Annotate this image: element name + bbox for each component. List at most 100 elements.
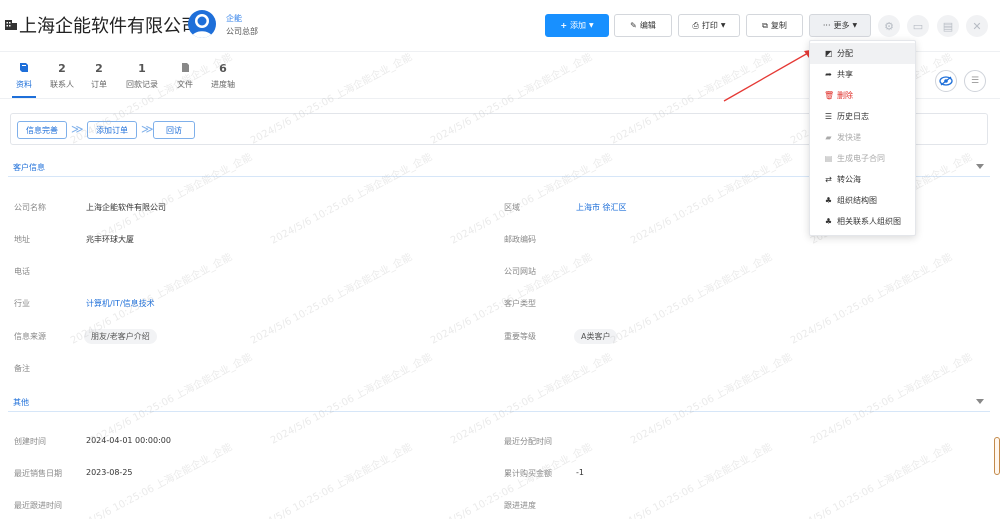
menu-item-express[interactable]: ▰ 发快递 (810, 127, 915, 148)
print-button[interactable]: ⎙ 打印 ▼ (678, 14, 740, 37)
file-icon (172, 62, 198, 76)
field-label: 区域 (504, 203, 520, 212)
eye-slash-icon (939, 76, 953, 86)
org-chart-icon: ♣ (824, 196, 833, 205)
record-tabs: 资料 2 联系人 2 订单 1 回款记录 文件 6 进度轴 (0, 62, 300, 98)
tab-profile[interactable]: 资料 (10, 62, 38, 90)
address-value: 兆丰环球大厦 (86, 235, 134, 244)
menu-item-label: 删除 (837, 91, 853, 100)
share-icon: ➦ (825, 70, 832, 79)
more-button-label: 更多 (833, 21, 850, 30)
note-icon: ▤ (942, 19, 954, 33)
tab-contacts[interactable]: 2 联系人 (46, 62, 78, 90)
tab-files[interactable]: 文件 (172, 62, 198, 90)
flow-step-visit[interactable]: 回访 (153, 121, 195, 139)
watermark-text: 2024/5/6 10:25:06 上海企能企业_企能 (248, 441, 415, 519)
tab-orders[interactable]: 2 订单 (86, 62, 112, 90)
menu-item-label: 分配 (837, 49, 853, 58)
caret-down-icon: ▼ (852, 22, 858, 29)
building-icon (5, 20, 17, 30)
close-icon: ✕ (972, 19, 982, 33)
gear-icon: ⚙ (884, 19, 894, 33)
menu-item-share[interactable]: ➦ 共享 (810, 64, 915, 85)
field-label: 电话 (14, 267, 30, 276)
field-label: 公司网站 (504, 267, 536, 276)
menu-item-org-chart[interactable]: ♣ 组织结构图 (810, 190, 915, 211)
tab-label: 联系人 (50, 80, 74, 89)
double-chevron-icon: ≫ (141, 122, 154, 136)
field-label: 跟进进度 (504, 501, 536, 510)
field-label: 地址 (14, 235, 30, 244)
collapse-icon[interactable] (976, 164, 984, 169)
copy-button-label: 复制 (770, 21, 787, 30)
field-label: 公司名称 (14, 203, 46, 212)
owner-name[interactable]: 企能 (226, 13, 242, 24)
menu-item-label: 发快递 (837, 133, 861, 142)
menu-item-history[interactable]: ☰ 历史日志 (810, 106, 915, 127)
more-menu: ◩ 分配 ➦ 共享 🗑 删除 ☰ 历史日志 ▰ 发快递 ▤ 生成电子合同 ⇄ 转… (809, 40, 916, 236)
trash-icon: 🗑 (824, 91, 835, 100)
menu-item-label: 组织结构图 (837, 196, 877, 205)
section-title: 客户信息 (13, 163, 45, 172)
scrollbar-handle[interactable] (994, 437, 1000, 475)
field-label: 信息来源 (14, 332, 46, 341)
last-sale-date-value: 2023-08-25 (86, 468, 133, 477)
importance-tag: A类客户 (574, 329, 618, 344)
print-button-label: 打印 (701, 21, 718, 30)
ellipsis-icon: ··· (822, 21, 831, 30)
add-button-label: 添加 (570, 21, 587, 30)
window-button[interactable]: ▭ (907, 15, 929, 37)
note-button[interactable]: ▤ (937, 15, 959, 37)
add-button[interactable]: + 添加 ▼ (545, 14, 609, 37)
caret-down-icon: ▼ (720, 22, 726, 29)
edit-button[interactable]: ✎ 编辑 (614, 14, 672, 37)
owner-department: 公司总部 (226, 27, 258, 36)
source-tag: 朋友/老客户介绍 (84, 329, 157, 344)
tab-payments[interactable]: 1 回款记录 (122, 62, 162, 90)
field-label: 重要等级 (504, 332, 536, 341)
contract-icon: ▤ (824, 154, 833, 163)
tab-timeline[interactable]: 6 进度轴 (206, 62, 240, 90)
collapse-icon[interactable] (976, 399, 984, 404)
copy-button[interactable]: ⧉ 复制 (746, 14, 803, 37)
menu-item-to-pool[interactable]: ⇄ 转公海 (810, 169, 915, 190)
menu-item-label: 转公海 (837, 175, 861, 184)
page-title: 上海企能软件有限公司 (19, 16, 199, 37)
printer-icon: ⎙ (692, 20, 699, 30)
menu-item-delete[interactable]: 🗑 删除 (810, 85, 915, 106)
region-value[interactable]: 上海市 徐汇区 (576, 202, 627, 213)
list-icon: ☰ (824, 112, 833, 121)
field-settings-button[interactable]: ☰ (964, 70, 986, 92)
field-label: 最近跟进时间 (14, 501, 62, 510)
edit-button-label: 编辑 (639, 21, 656, 30)
more-button[interactable]: ··· 更多 ▼ (809, 14, 871, 37)
menu-item-label: 相关联系人组织图 (837, 217, 901, 226)
menu-item-contact-org-chart[interactable]: ♣ 相关联系人组织图 (810, 211, 915, 232)
field-label: 最近销售日期 (14, 469, 62, 478)
flow-step-info[interactable]: 信息完善 (17, 121, 67, 139)
truck-icon: ▰ (825, 133, 832, 142)
close-button[interactable]: ✕ (966, 15, 988, 37)
section-other[interactable]: 其他 (8, 394, 990, 412)
assign-icon: ◩ (824, 49, 833, 58)
tab-label: 文件 (177, 80, 193, 89)
tab-count: 2 (58, 62, 66, 75)
visibility-toggle[interactable] (935, 70, 957, 92)
annotation-arrow (723, 49, 816, 102)
owner-avatar[interactable] (188, 10, 216, 38)
field-label: 最近分配时间 (504, 437, 552, 446)
tab-label: 订单 (91, 80, 107, 89)
menu-item-assign[interactable]: ◩ 分配 (810, 43, 915, 64)
watermark-text: 2024/5/6 10:25:06 上海企能企业_企能 (788, 251, 955, 347)
field-label: 邮政编码 (504, 235, 536, 244)
book-icon (10, 62, 38, 76)
tab-label: 资料 (16, 80, 32, 89)
flow-step-order[interactable]: 添加订单 (87, 121, 137, 139)
tab-count: 2 (95, 62, 103, 75)
company-name-value: 上海企能软件有限公司 (86, 203, 166, 212)
settings-button[interactable]: ⚙ (878, 15, 900, 37)
industry-value[interactable]: 计算机/IT/信息技术 (86, 298, 155, 309)
edit-icon: ✎ (630, 21, 637, 30)
menu-item-contract[interactable]: ▤ 生成电子合同 (810, 148, 915, 169)
tab-count: 1 (138, 62, 146, 75)
